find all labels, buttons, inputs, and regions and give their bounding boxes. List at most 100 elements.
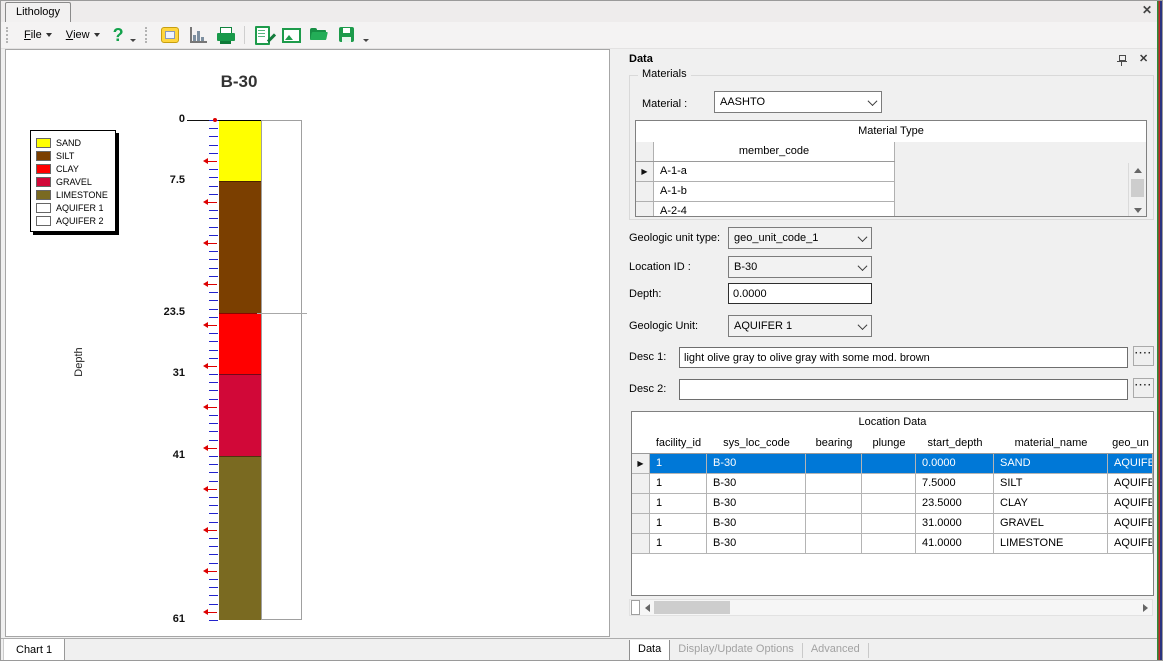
toolbar-grip-icon[interactable]: [6, 27, 11, 43]
chevron-glyph: [858, 232, 868, 242]
location-table-cell: GRAVEL: [994, 514, 1108, 534]
desc2-browse-button[interactable]: ····: [1133, 378, 1154, 398]
tab-data[interactable]: Data: [629, 640, 670, 661]
material-select[interactable]: AASHTO: [714, 91, 882, 113]
field-select-0[interactable]: geo_unit_code_1: [728, 227, 872, 249]
depth-arrow-shaft: [208, 161, 217, 162]
depth-tick: [209, 472, 218, 473]
export-image-icon[interactable]: [281, 26, 301, 44]
hscrollbar-thumb[interactable]: [654, 601, 730, 614]
table-row[interactable]: 1B-307.5000SILTAQUIFE: [632, 474, 1153, 494]
location-column-header: material_name: [994, 433, 1108, 454]
depth-tick: [209, 464, 218, 465]
location-table-cell: AQUIFE: [1108, 474, 1153, 494]
print-icon[interactable]: [216, 26, 236, 44]
depth-axis-tick-label: 23.5: [125, 306, 185, 318]
pin-icon[interactable]: [1117, 54, 1127, 66]
depth-tick: [209, 456, 218, 457]
depth-tick: [209, 169, 218, 170]
toolbar-grip2-icon[interactable]: [145, 27, 150, 43]
chart-icon[interactable]: [188, 26, 208, 44]
chart-panel: B-30 SANDSILTCLAYGRAVELLIMESTONEAQUIFER …: [5, 49, 610, 637]
menu-caret-icon: [46, 33, 52, 37]
table-row[interactable]: 1B-3023.5000CLAYAQUIFE: [632, 494, 1153, 514]
location-table-cell: CLAY: [994, 494, 1108, 514]
toolbar-separator: [244, 26, 245, 44]
field-select-value: AQUIFER 1: [729, 320, 854, 332]
location-table-cell: 31.0000: [916, 514, 994, 534]
depth-arrow-shaft: [208, 489, 217, 490]
save-icon[interactable]: [337, 26, 357, 44]
open-folder-icon[interactable]: [309, 26, 329, 44]
legend-swatch: [36, 151, 51, 161]
depth-tick: [209, 399, 218, 400]
material-table-row[interactable]: ▶A-1-a: [636, 162, 895, 182]
location-table-cell: 0.0000: [916, 454, 994, 474]
image-properties-icon[interactable]: [160, 26, 180, 44]
depth-tick: [209, 350, 218, 351]
table-row[interactable]: 1B-3041.0000LIMESTONEAQUIFE: [632, 534, 1153, 554]
chevron-down-icon[interactable]: [854, 257, 871, 277]
row-selector-cell: [632, 494, 650, 514]
panel-splitter[interactable]: [610, 49, 619, 638]
row-selector-cell: [636, 182, 654, 201]
tab-lithology[interactable]: Lithology: [5, 2, 71, 22]
scroll-right-icon[interactable]: [1138, 600, 1152, 615]
desc1-browse-button[interactable]: ····: [1133, 346, 1154, 366]
location-table-cell: 41.0000: [916, 534, 994, 554]
chevron-down-icon[interactable]: [864, 92, 881, 112]
location-column-header: plunge: [862, 433, 916, 454]
location-table-cell: 1: [650, 534, 707, 554]
depth-tick: [209, 177, 218, 178]
scroll-up-icon[interactable]: [1129, 163, 1146, 178]
material-table-header-row: member_code: [636, 142, 895, 162]
row-selector-header: [632, 433, 650, 454]
desc2-input[interactable]: [679, 379, 1128, 400]
legend-swatch: [36, 216, 51, 226]
menu-file[interactable]: File: [17, 27, 59, 43]
material-table-scrollbar[interactable]: [1128, 163, 1146, 217]
row-selector-cell: [632, 534, 650, 554]
toolbar-overflow2-icon[interactable]: [363, 39, 369, 42]
chart-art: [190, 27, 207, 43]
help-icon[interactable]: ?: [113, 24, 124, 46]
field-select-1[interactable]: B-30: [728, 256, 872, 278]
menu-view[interactable]: View: [59, 27, 107, 43]
depth-tick: [209, 497, 218, 498]
application-window: Lithology ✕ FileView ?: [0, 0, 1163, 661]
material-table-row[interactable]: A-2-4: [636, 202, 895, 217]
scroll-left-icon[interactable]: [640, 600, 654, 615]
desc1-input[interactable]: [679, 347, 1128, 368]
depth-tick: [209, 210, 218, 211]
lithology-segment-clay: [219, 313, 261, 374]
location-table-cell: SILT: [994, 474, 1108, 494]
depth-arrow-shaft: [208, 202, 217, 203]
tab-advanced[interactable]: Advanced: [803, 640, 868, 661]
location-table-cell: [806, 534, 862, 554]
location-table-cell: [806, 454, 862, 474]
tab-chart-1[interactable]: Chart 1: [3, 639, 65, 661]
field-input-2[interactable]: [728, 283, 872, 304]
depth-axis-tick-label: 7.5: [125, 174, 185, 186]
field-select-3[interactable]: AQUIFER 1: [728, 315, 872, 337]
location-table-cell: 23.5000: [916, 494, 994, 514]
location-table-header-row: facility_idsys_loc_codebearingplungestar…: [632, 433, 1153, 454]
chevron-down-icon[interactable]: [854, 316, 871, 336]
tab-display-update-options[interactable]: Display/Update Options: [670, 640, 802, 661]
material-table-column-header: member_code: [654, 142, 895, 161]
table-row[interactable]: ▶1B-300.0000SANDAQUIFE: [632, 454, 1153, 474]
legend-item: SAND: [36, 136, 108, 149]
hscroll-grip[interactable]: [631, 600, 640, 615]
location-table-hscrollbar[interactable]: [629, 599, 1153, 616]
table-row[interactable]: 1B-3031.0000GRAVELAQUIFE: [632, 514, 1153, 534]
toolbar-overflow-icon[interactable]: [130, 39, 136, 42]
scrollbar-thumb[interactable]: [1131, 179, 1144, 197]
location-table-cell: 1: [650, 454, 707, 474]
material-table-row[interactable]: A-1-b: [636, 182, 895, 202]
chevron-down-icon[interactable]: [854, 228, 871, 248]
report-edit-icon[interactable]: [253, 26, 273, 44]
panel-close-icon[interactable]: ✕: [1139, 52, 1148, 65]
scroll-down-icon[interactable]: [1129, 203, 1146, 217]
depth-tick: [209, 145, 218, 146]
window-close-icon[interactable]: ✕: [1142, 3, 1152, 17]
